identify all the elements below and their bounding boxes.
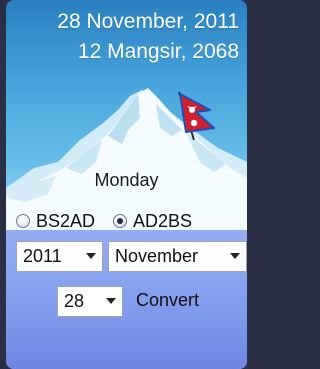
radio-ad2bs-button[interactable] (113, 214, 128, 228)
weekday-label: Monday (94, 170, 159, 190)
radio-ad2bs-label: AD2BS (133, 210, 193, 231)
gregorian-date: 28 November, 2011 (57, 10, 239, 33)
calendar-gadget: 28 November, 2011 12 Mangsir, 2068 Monda… (6, 0, 247, 369)
convert-label: Convert (136, 290, 200, 310)
radio-bs2ad-button[interactable] (16, 214, 30, 228)
radio-ad2bs[interactable]: AD2BS (113, 211, 192, 232)
conversion-mode-radio-group: BS2AD AD2BS (16, 208, 247, 234)
radio-bs2ad[interactable]: BS2AD (16, 211, 95, 232)
chevron-down-icon (106, 298, 116, 304)
day-select[interactable]: 28 (57, 286, 123, 317)
chevron-down-icon (86, 253, 96, 259)
day-value: 28 (64, 291, 85, 311)
month-select[interactable]: November (108, 241, 247, 272)
nepali-date: 12 Mangsir, 2068 (77, 40, 239, 63)
nepal-flag-icon (172, 88, 218, 142)
month-value: November (115, 246, 199, 266)
chevron-down-icon (230, 253, 240, 259)
radio-bs2ad-label: BS2AD (36, 210, 96, 231)
year-select[interactable]: 2011 (16, 241, 103, 272)
year-value: 2011 (23, 246, 62, 266)
